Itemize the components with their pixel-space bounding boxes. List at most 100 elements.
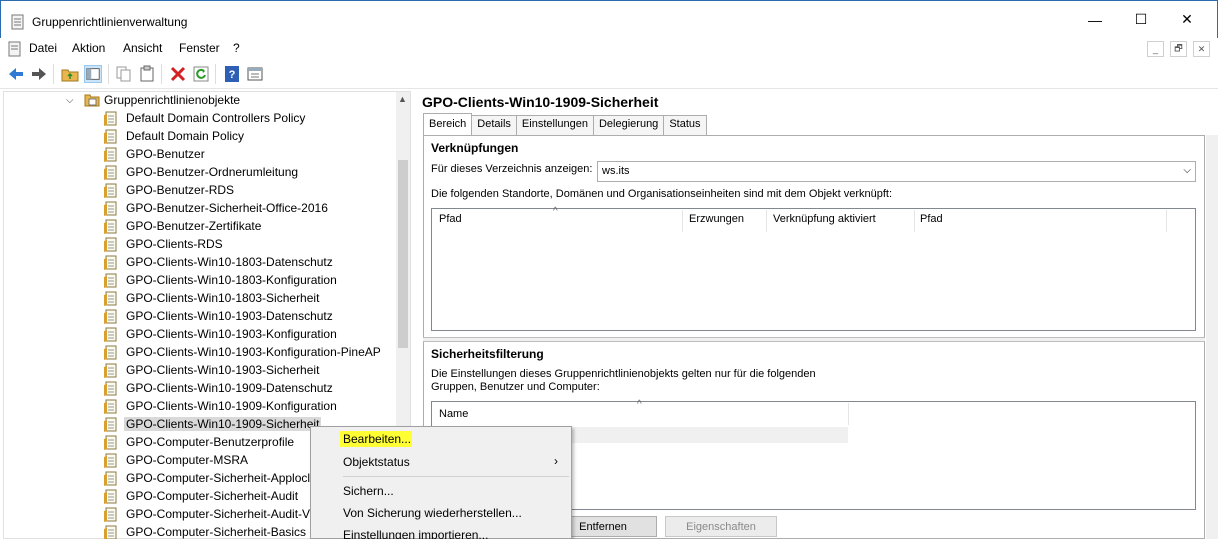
tab-einstellungen[interactable]: Einstellungen bbox=[515, 115, 594, 135]
tree-node-gpo[interactable]: GPO-Clients-Win10-1909-Datenschutz bbox=[104, 379, 335, 397]
menu-aktion[interactable]: Aktion bbox=[72, 41, 105, 55]
menu-datei[interactable]: Datei bbox=[29, 41, 57, 55]
tree-node-gpo-container[interactable]: ⌵ Gruppenrichtlinienobjekte bbox=[66, 91, 240, 109]
tree-node-label: GPO-Benutzer-Zertifikate bbox=[126, 219, 262, 233]
tree-node-gpo[interactable]: GPO-Clients-Win10-1803-Datenschutz bbox=[104, 253, 335, 271]
properties-button[interactable]: Eigenschaften bbox=[665, 516, 777, 537]
window-title: Gruppenrichtlinienverwaltung bbox=[32, 15, 188, 29]
tree-root-label: Gruppenrichtlinienobjekte bbox=[104, 93, 241, 107]
tab-details[interactable]: Details bbox=[471, 115, 517, 135]
menu-fenster[interactable]: Fenster bbox=[179, 41, 220, 55]
gpo-title: GPO-Clients-Win10-1909-Sicherheit bbox=[422, 94, 659, 110]
minimize-button[interactable]: — bbox=[1072, 1, 1118, 38]
tree-scroll-thumb[interactable] bbox=[398, 160, 408, 348]
tree-node-label: GPO-Clients-Win10-1909-Datenschutz bbox=[126, 381, 333, 395]
security-description-line-1: Die Einstellungen dieses Gruppenrichtlin… bbox=[431, 368, 816, 380]
menu-ansicht[interactable]: Ansicht bbox=[123, 41, 162, 55]
maximize-button[interactable]: ☐ bbox=[1118, 1, 1164, 38]
menu-item-import[interactable]: Einstellungen importieren... bbox=[343, 528, 488, 539]
menu-item-restore[interactable]: Von Sicherung wiederherstellen... bbox=[343, 506, 522, 520]
back-arrow-icon[interactable] bbox=[7, 65, 25, 83]
security-description-line-2: Gruppen, Benutzer und Computer: bbox=[431, 381, 600, 393]
gpo-icon bbox=[104, 129, 117, 144]
details-scrollbar[interactable] bbox=[1206, 135, 1218, 539]
menu-separator bbox=[343, 476, 569, 477]
tree-node-label: GPO-Computer-Benutzerprofile bbox=[126, 435, 295, 449]
chevron-down-icon: ⌵ bbox=[1183, 165, 1191, 176]
up-folder-icon[interactable] bbox=[61, 65, 79, 83]
close-button[interactable]: ✕ bbox=[1164, 1, 1210, 38]
tree-node-gpo[interactable]: GPO-Computer-MSRA bbox=[104, 451, 250, 469]
toolbar-separator bbox=[53, 64, 54, 84]
links-description: Die folgenden Standorte, Domänen und Org… bbox=[431, 188, 893, 200]
mdi-close-button[interactable]: ✕ bbox=[1193, 41, 1210, 57]
gpo-icon bbox=[104, 309, 117, 324]
pane-splitter[interactable] bbox=[423, 337, 1205, 342]
column-header-name[interactable]: Name bbox=[439, 408, 468, 420]
menu-item-backup[interactable]: Sichern... bbox=[343, 484, 394, 498]
tree-node-gpo[interactable]: GPO-Computer-Sicherheit-Applocl bbox=[104, 469, 312, 487]
column-header-enforced[interactable]: Erzwungen bbox=[689, 213, 744, 225]
delete-icon[interactable] bbox=[169, 65, 187, 83]
column-header-path[interactable]: Pfad bbox=[439, 213, 462, 225]
gpo-icon bbox=[104, 435, 117, 450]
tree-node-label: GPO-Computer-MSRA bbox=[126, 453, 249, 467]
tab-delegierung[interactable]: Delegierung bbox=[592, 115, 665, 135]
links-heading: Verknüpfungen bbox=[431, 141, 519, 155]
tree-node-gpo[interactable]: GPO-Clients-Win10-1903-Konfiguration bbox=[104, 325, 339, 343]
menu-item-object-status[interactable]: Objektstatus bbox=[343, 455, 410, 469]
tree-node-label: GPO-Benutzer-Ordnerumleitung bbox=[126, 165, 299, 179]
tree-node-gpo[interactable]: GPO-Clients-Win10-1903-Konfiguration-Pin… bbox=[104, 343, 383, 361]
tree-node-gpo[interactable]: GPO-Clients-Win10-1803-Sicherheit bbox=[104, 289, 321, 307]
show-hide-tree-icon[interactable] bbox=[84, 65, 102, 83]
chevron-down-icon[interactable]: ⌵ bbox=[66, 95, 80, 106]
refresh-icon[interactable] bbox=[192, 65, 210, 83]
mdi-minimize-button[interactable]: _ bbox=[1147, 41, 1164, 57]
tree-node-label: GPO-Clients-Win10-1903-Konfiguration-Pin… bbox=[126, 345, 381, 359]
gpmc-app-icon bbox=[11, 14, 24, 30]
tree-node-gpo[interactable]: GPO-Clients-RDS bbox=[104, 235, 225, 253]
tree-node-gpo[interactable]: GPO-Benutzer-Sicherheit-Office-2016 bbox=[104, 199, 330, 217]
gpo-icon bbox=[104, 525, 117, 539]
tree-node-gpo[interactable]: GPO-Computer-Sicherheit-Audit bbox=[104, 487, 300, 505]
tree-node-gpo[interactable]: GPO-Benutzer-Ordnerumleitung bbox=[104, 163, 300, 181]
gpo-icon bbox=[104, 183, 117, 198]
mdi-restore-button[interactable]: 🗗 bbox=[1170, 41, 1187, 57]
directory-label: Für dieses Verzeichnis anzeigen: bbox=[431, 163, 593, 175]
tree-node-gpo[interactable]: GPO-Clients-Win10-1803-Konfiguration bbox=[104, 271, 339, 289]
tree-node-gpo[interactable]: GPO-Clients-Win10-1903-Sicherheit bbox=[104, 361, 321, 379]
tree-node-gpo[interactable]: Default Domain Policy bbox=[104, 127, 246, 145]
tab-status[interactable]: Status bbox=[663, 115, 707, 135]
tree-node-gpo[interactable]: GPO-Computer-Benutzerprofile bbox=[104, 433, 296, 451]
directory-dropdown[interactable]: ws.its ⌵ bbox=[597, 161, 1196, 182]
tree-node-gpo[interactable]: GPO-Clients-Win10-1909-Konfiguration bbox=[104, 397, 339, 415]
tree-node-gpo[interactable]: Default Domain Controllers Policy bbox=[104, 109, 307, 127]
tree-node-gpo[interactable]: GPO-Clients-Win10-1909-Sicherheit bbox=[104, 415, 322, 433]
links-table[interactable] bbox=[431, 208, 1196, 331]
tree-node-gpo[interactable]: GPO-Computer-Sicherheit-Basics bbox=[104, 523, 308, 539]
console-icon[interactable] bbox=[246, 65, 264, 83]
menu-help[interactable]: ? bbox=[233, 41, 240, 55]
scroll-up-icon[interactable]: ▲ bbox=[398, 94, 407, 104]
tree-node-gpo[interactable]: GPO-Benutzer-Zertifikate bbox=[104, 217, 263, 235]
tree-node-label: GPO-Benutzer-RDS bbox=[126, 183, 235, 197]
tab-strip: Bereich Details Einstellungen Delegierun… bbox=[423, 113, 707, 135]
tree-node-gpo[interactable]: GPO-Computer-Sicherheit-Audit-V bbox=[104, 505, 312, 523]
tree-node-label: GPO-Clients-Win10-1903-Sicherheit bbox=[126, 363, 320, 377]
tree-node-gpo[interactable]: GPO-Clients-Win10-1903-Datenschutz bbox=[104, 307, 335, 325]
gpo-icon bbox=[104, 327, 117, 342]
tree-node-gpo[interactable]: GPO-Benutzer-RDS bbox=[104, 181, 236, 199]
sort-ascending-icon: ^ bbox=[637, 399, 642, 410]
tree-node-gpo[interactable]: GPO-Benutzer bbox=[104, 145, 207, 163]
column-header-link-enabled[interactable]: Verknüpfung aktiviert bbox=[773, 213, 876, 225]
copy-icon[interactable] bbox=[115, 65, 133, 83]
tree-node-label: GPO-Clients-Win10-1803-Sicherheit bbox=[126, 291, 320, 305]
menu-item-edit[interactable]: Bearbeiten... bbox=[343, 432, 411, 446]
help-icon[interactable]: ? bbox=[223, 65, 241, 83]
paste-icon[interactable] bbox=[138, 65, 156, 83]
tree-node-label: GPO-Computer-Sicherheit-Audit bbox=[126, 489, 299, 503]
tab-bereich[interactable]: Bereich bbox=[423, 113, 473, 135]
forward-arrow-icon[interactable] bbox=[30, 65, 48, 83]
column-header-path-2[interactable]: Pfad bbox=[920, 213, 943, 225]
sort-ascending-icon: ^ bbox=[553, 206, 558, 217]
